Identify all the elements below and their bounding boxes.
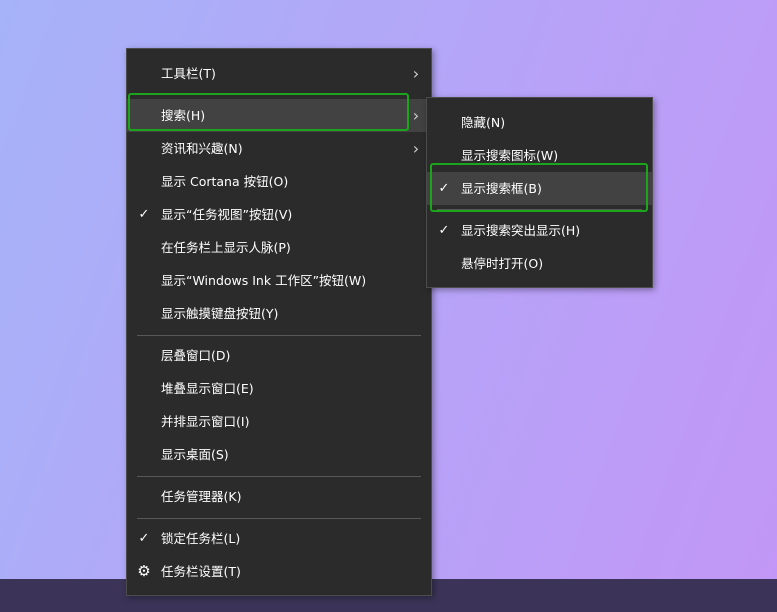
submenu-item-show-search-icon[interactable]: 显示搜索图标(W) bbox=[427, 139, 652, 172]
menu-item-label: 显示搜索突出显示(H) bbox=[461, 223, 581, 238]
menu-item-label: 任务管理器(K) bbox=[161, 489, 242, 504]
chevron-right-icon: › bbox=[412, 106, 420, 125]
menu-item-label: 工具栏(T) bbox=[161, 66, 216, 81]
menu-item-label: 显示 Cortana 按钮(O) bbox=[161, 174, 289, 189]
menu-item-side-by-side[interactable]: 并排显示窗口(I) bbox=[127, 405, 431, 438]
search-submenu: 隐藏(N) 显示搜索图标(W) ✓ 显示搜索框(B) ✓ 显示搜索突出显示(H)… bbox=[426, 97, 653, 288]
menu-separator bbox=[137, 335, 421, 336]
menu-item-label: 资讯和兴趣(N) bbox=[161, 141, 243, 156]
menu-item-task-manager[interactable]: 任务管理器(K) bbox=[127, 480, 431, 513]
menu-item-toolbars[interactable]: 工具栏(T) › bbox=[127, 57, 431, 90]
menu-item-label: 任务栏设置(T) bbox=[161, 564, 241, 579]
menu-item-label: 并排显示窗口(I) bbox=[161, 414, 250, 429]
menu-item-show-touch-keyboard[interactable]: 显示触摸键盘按钮(Y) bbox=[127, 297, 431, 330]
chevron-right-icon: › bbox=[412, 139, 420, 158]
menu-item-show-people[interactable]: 在任务栏上显示人脉(P) bbox=[127, 231, 431, 264]
menu-item-label: 悬停时打开(O) bbox=[461, 256, 544, 271]
menu-item-search[interactable]: 搜索(H) › bbox=[127, 99, 431, 132]
menu-item-show-cortana[interactable]: 显示 Cortana 按钮(O) bbox=[127, 165, 431, 198]
menu-item-label: 层叠窗口(D) bbox=[161, 348, 231, 363]
menu-item-label: 显示搜索框(B) bbox=[461, 181, 542, 196]
menu-item-stack-windows[interactable]: 堆叠显示窗口(E) bbox=[127, 372, 431, 405]
menu-item-label: 搜索(H) bbox=[161, 108, 206, 123]
menu-item-label: 锁定任务栏(L) bbox=[161, 531, 241, 546]
menu-item-label: 在任务栏上显示人脉(P) bbox=[161, 240, 291, 255]
menu-item-label: 显示桌面(S) bbox=[161, 447, 229, 462]
menu-item-news-interests[interactable]: 资讯和兴趣(N) › bbox=[127, 132, 431, 165]
submenu-item-show-search-box[interactable]: ✓ 显示搜索框(B) bbox=[427, 172, 652, 205]
submenu-item-open-on-hover[interactable]: 悬停时打开(O) bbox=[427, 247, 652, 280]
checkmark-icon: ✓ bbox=[138, 207, 150, 222]
menu-item-label: 隐藏(N) bbox=[461, 115, 506, 130]
menu-separator bbox=[437, 209, 642, 210]
submenu-item-hidden[interactable]: 隐藏(N) bbox=[427, 106, 652, 139]
checkmark-icon: ✓ bbox=[138, 531, 150, 546]
menu-item-label: 显示“Windows Ink 工作区”按钮(W) bbox=[161, 273, 367, 288]
chevron-right-icon: › bbox=[412, 64, 420, 83]
menu-item-label: 显示“任务视图”按钮(V) bbox=[161, 207, 293, 222]
menu-item-show-windows-ink[interactable]: 显示“Windows Ink 工作区”按钮(W) bbox=[127, 264, 431, 297]
gear-icon: ⚙ bbox=[137, 562, 151, 580]
menu-item-label: 显示触摸键盘按钮(Y) bbox=[161, 306, 279, 321]
menu-separator bbox=[137, 518, 421, 519]
menu-item-cascade-windows[interactable]: 层叠窗口(D) bbox=[127, 339, 431, 372]
taskbar-context-menu: 工具栏(T) › 搜索(H) › 资讯和兴趣(N) › 显示 Cortana 按… bbox=[126, 48, 432, 596]
menu-item-taskbar-settings[interactable]: ⚙ 任务栏设置(T) bbox=[127, 555, 431, 588]
submenu-item-search-highlights[interactable]: ✓ 显示搜索突出显示(H) bbox=[427, 214, 652, 247]
menu-item-label: 堆叠显示窗口(E) bbox=[161, 381, 254, 396]
checkmark-icon: ✓ bbox=[438, 181, 450, 196]
menu-item-show-desktop[interactable]: 显示桌面(S) bbox=[127, 438, 431, 471]
menu-item-lock-taskbar[interactable]: ✓ 锁定任务栏(L) bbox=[127, 522, 431, 555]
checkmark-icon: ✓ bbox=[438, 223, 450, 238]
menu-item-show-task-view[interactable]: ✓ 显示“任务视图”按钮(V) bbox=[127, 198, 431, 231]
menu-separator bbox=[137, 476, 421, 477]
menu-item-label: 显示搜索图标(W) bbox=[461, 148, 559, 163]
